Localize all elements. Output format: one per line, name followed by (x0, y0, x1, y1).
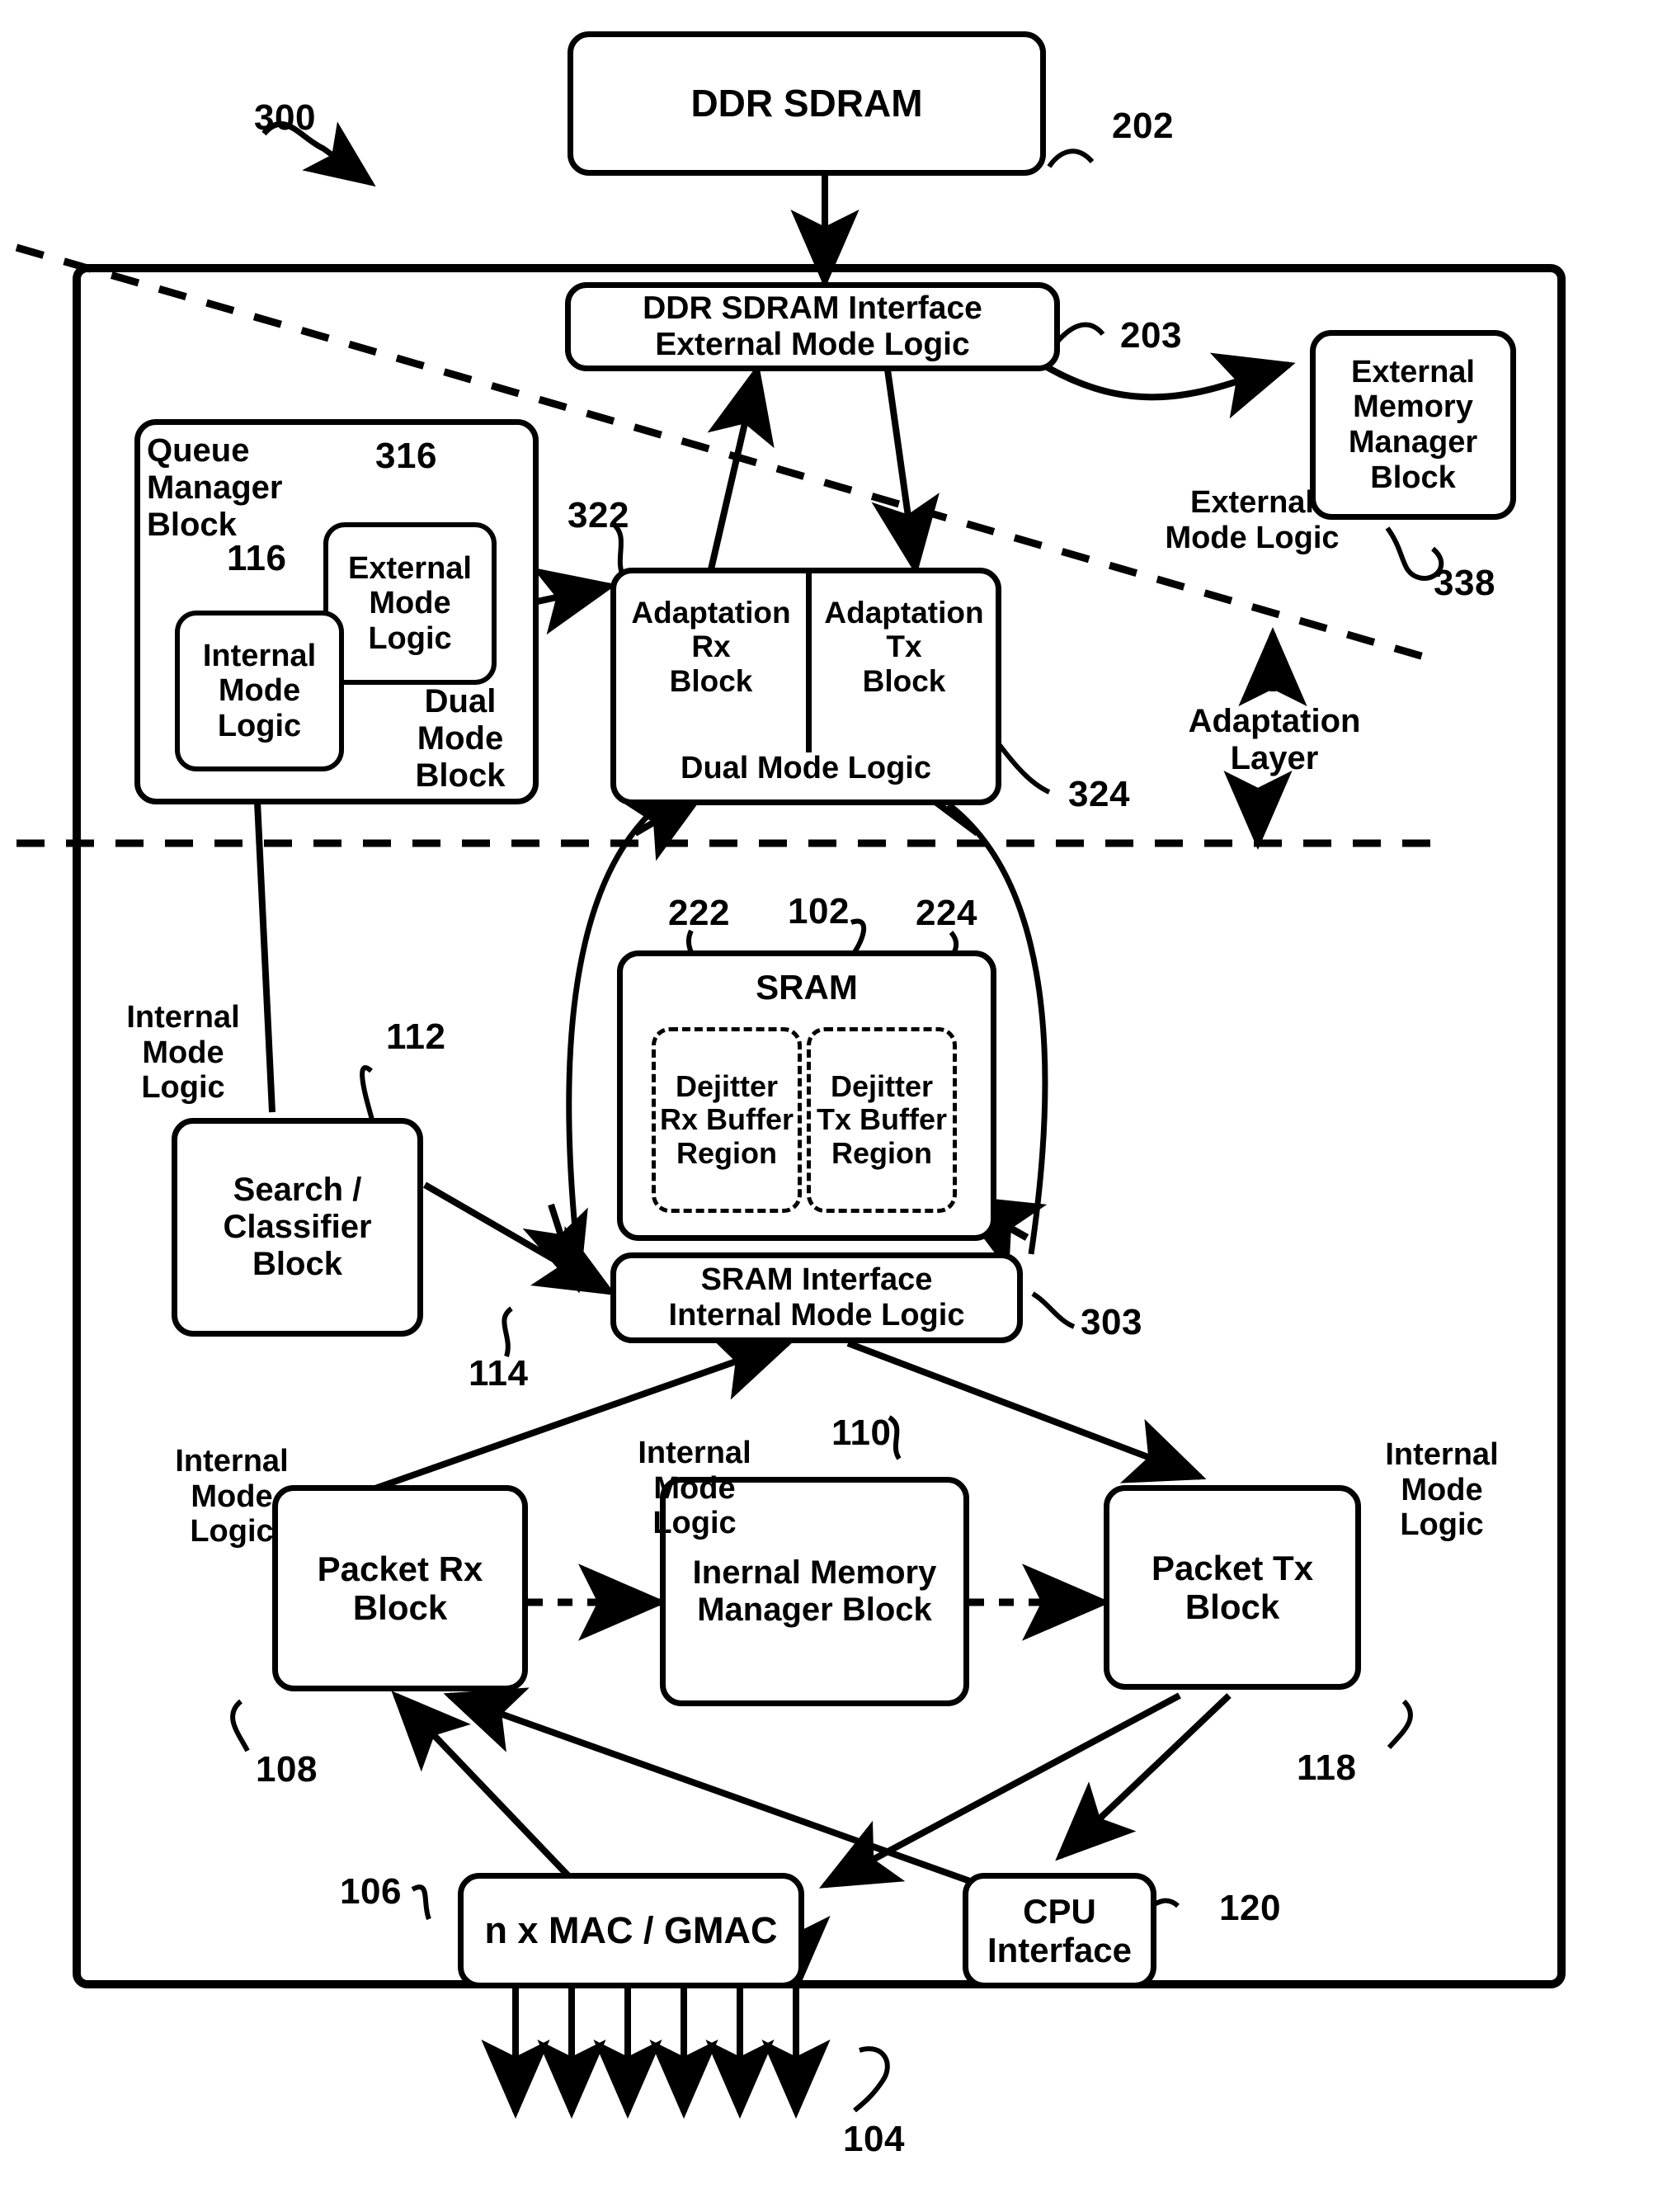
ref-110: 110 (831, 1413, 892, 1453)
ref-338: 338 (1434, 563, 1495, 603)
ref-116: 116 (227, 538, 287, 578)
ref-203: 203 (1120, 315, 1182, 356)
ref-224: 224 (916, 893, 977, 933)
queue-manager-title: Queue Manager Block (147, 432, 283, 543)
packet-tx-mode-label: Internal Mode Logic (1385, 1437, 1499, 1543)
ref-114: 114 (469, 1353, 529, 1394)
ref-324: 324 (1068, 774, 1130, 814)
ref-102: 102 (788, 891, 850, 931)
search-classifier-mode-label: Internal Mode Logic (126, 1000, 240, 1106)
ref-112: 112 (386, 1016, 446, 1057)
ref-120: 120 (1219, 1888, 1281, 1928)
ref-300: 300 (254, 97, 316, 138)
ref-222: 222 (668, 893, 730, 933)
ref-303: 303 (1081, 1302, 1142, 1342)
adaptation-rx-block-label[interactable]: Adaptation Rx Block (617, 596, 805, 698)
internal-memory-manager-mode-label: Internal Mode Logic (638, 1436, 751, 1541)
adaptation-dual-mode-logic-label: Dual Mode Logic (681, 751, 931, 785)
ref-106: 106 (340, 1871, 402, 1912)
ref-118: 118 (1297, 1747, 1357, 1788)
sram-interface-block[interactable]: SRAM Interface Internal Mode Logic (610, 1252, 1023, 1343)
ref-316: 316 (375, 436, 437, 476)
patent-figure-300: DDR SDRAM 202 300 DDR SDRAM Interface Ex… (0, 0, 1672, 2212)
sram-interface-line1: SRAM Interface (700, 1262, 933, 1298)
queue-manager-dual-mode-label: Dual Mode Block (415, 683, 506, 794)
ref-108: 108 (256, 1749, 318, 1790)
ref-202: 202 (1112, 106, 1174, 146)
ref-322: 322 (568, 495, 629, 535)
adaptation-tx-block-label[interactable]: Adaptation Tx Block (812, 596, 996, 698)
external-memory-manager-mode-label: External Mode Logic (1165, 485, 1340, 555)
adaptation-layer-divider-layer (15, 243, 1437, 850)
packet-rx-mode-label: Internal Mode Logic (175, 1444, 289, 1549)
adaptation-layer-label: Adaptation Layer (1188, 703, 1361, 776)
ref-104: 104 (843, 2119, 905, 2159)
sram-interface-line2: Internal Mode Logic (668, 1298, 965, 1332)
